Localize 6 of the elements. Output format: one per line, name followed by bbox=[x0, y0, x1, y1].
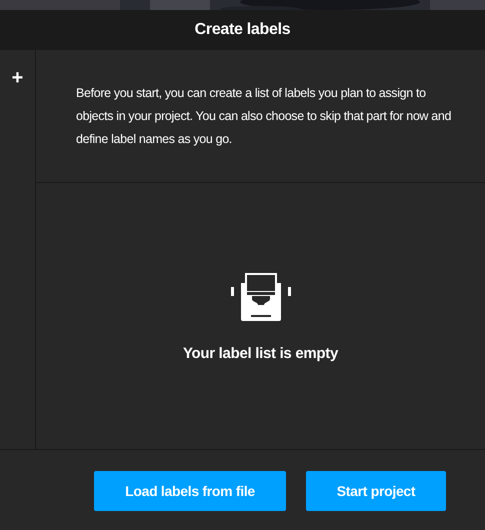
add-label-button[interactable]: + bbox=[12, 68, 24, 88]
intro-text: Before you start, you can create a list of labels you plan to assign to objects in your project. You can also choose to skip that part for now and define label names as you go. bbox=[76, 85, 452, 148]
start-project-button[interactable]: Start project bbox=[306, 471, 446, 511]
load-labels-button[interactable]: Load labels from file bbox=[94, 471, 286, 511]
dialog-title: Create labels bbox=[0, 10, 485, 50]
empty-list-message: Your label list is empty bbox=[182, 345, 338, 362]
